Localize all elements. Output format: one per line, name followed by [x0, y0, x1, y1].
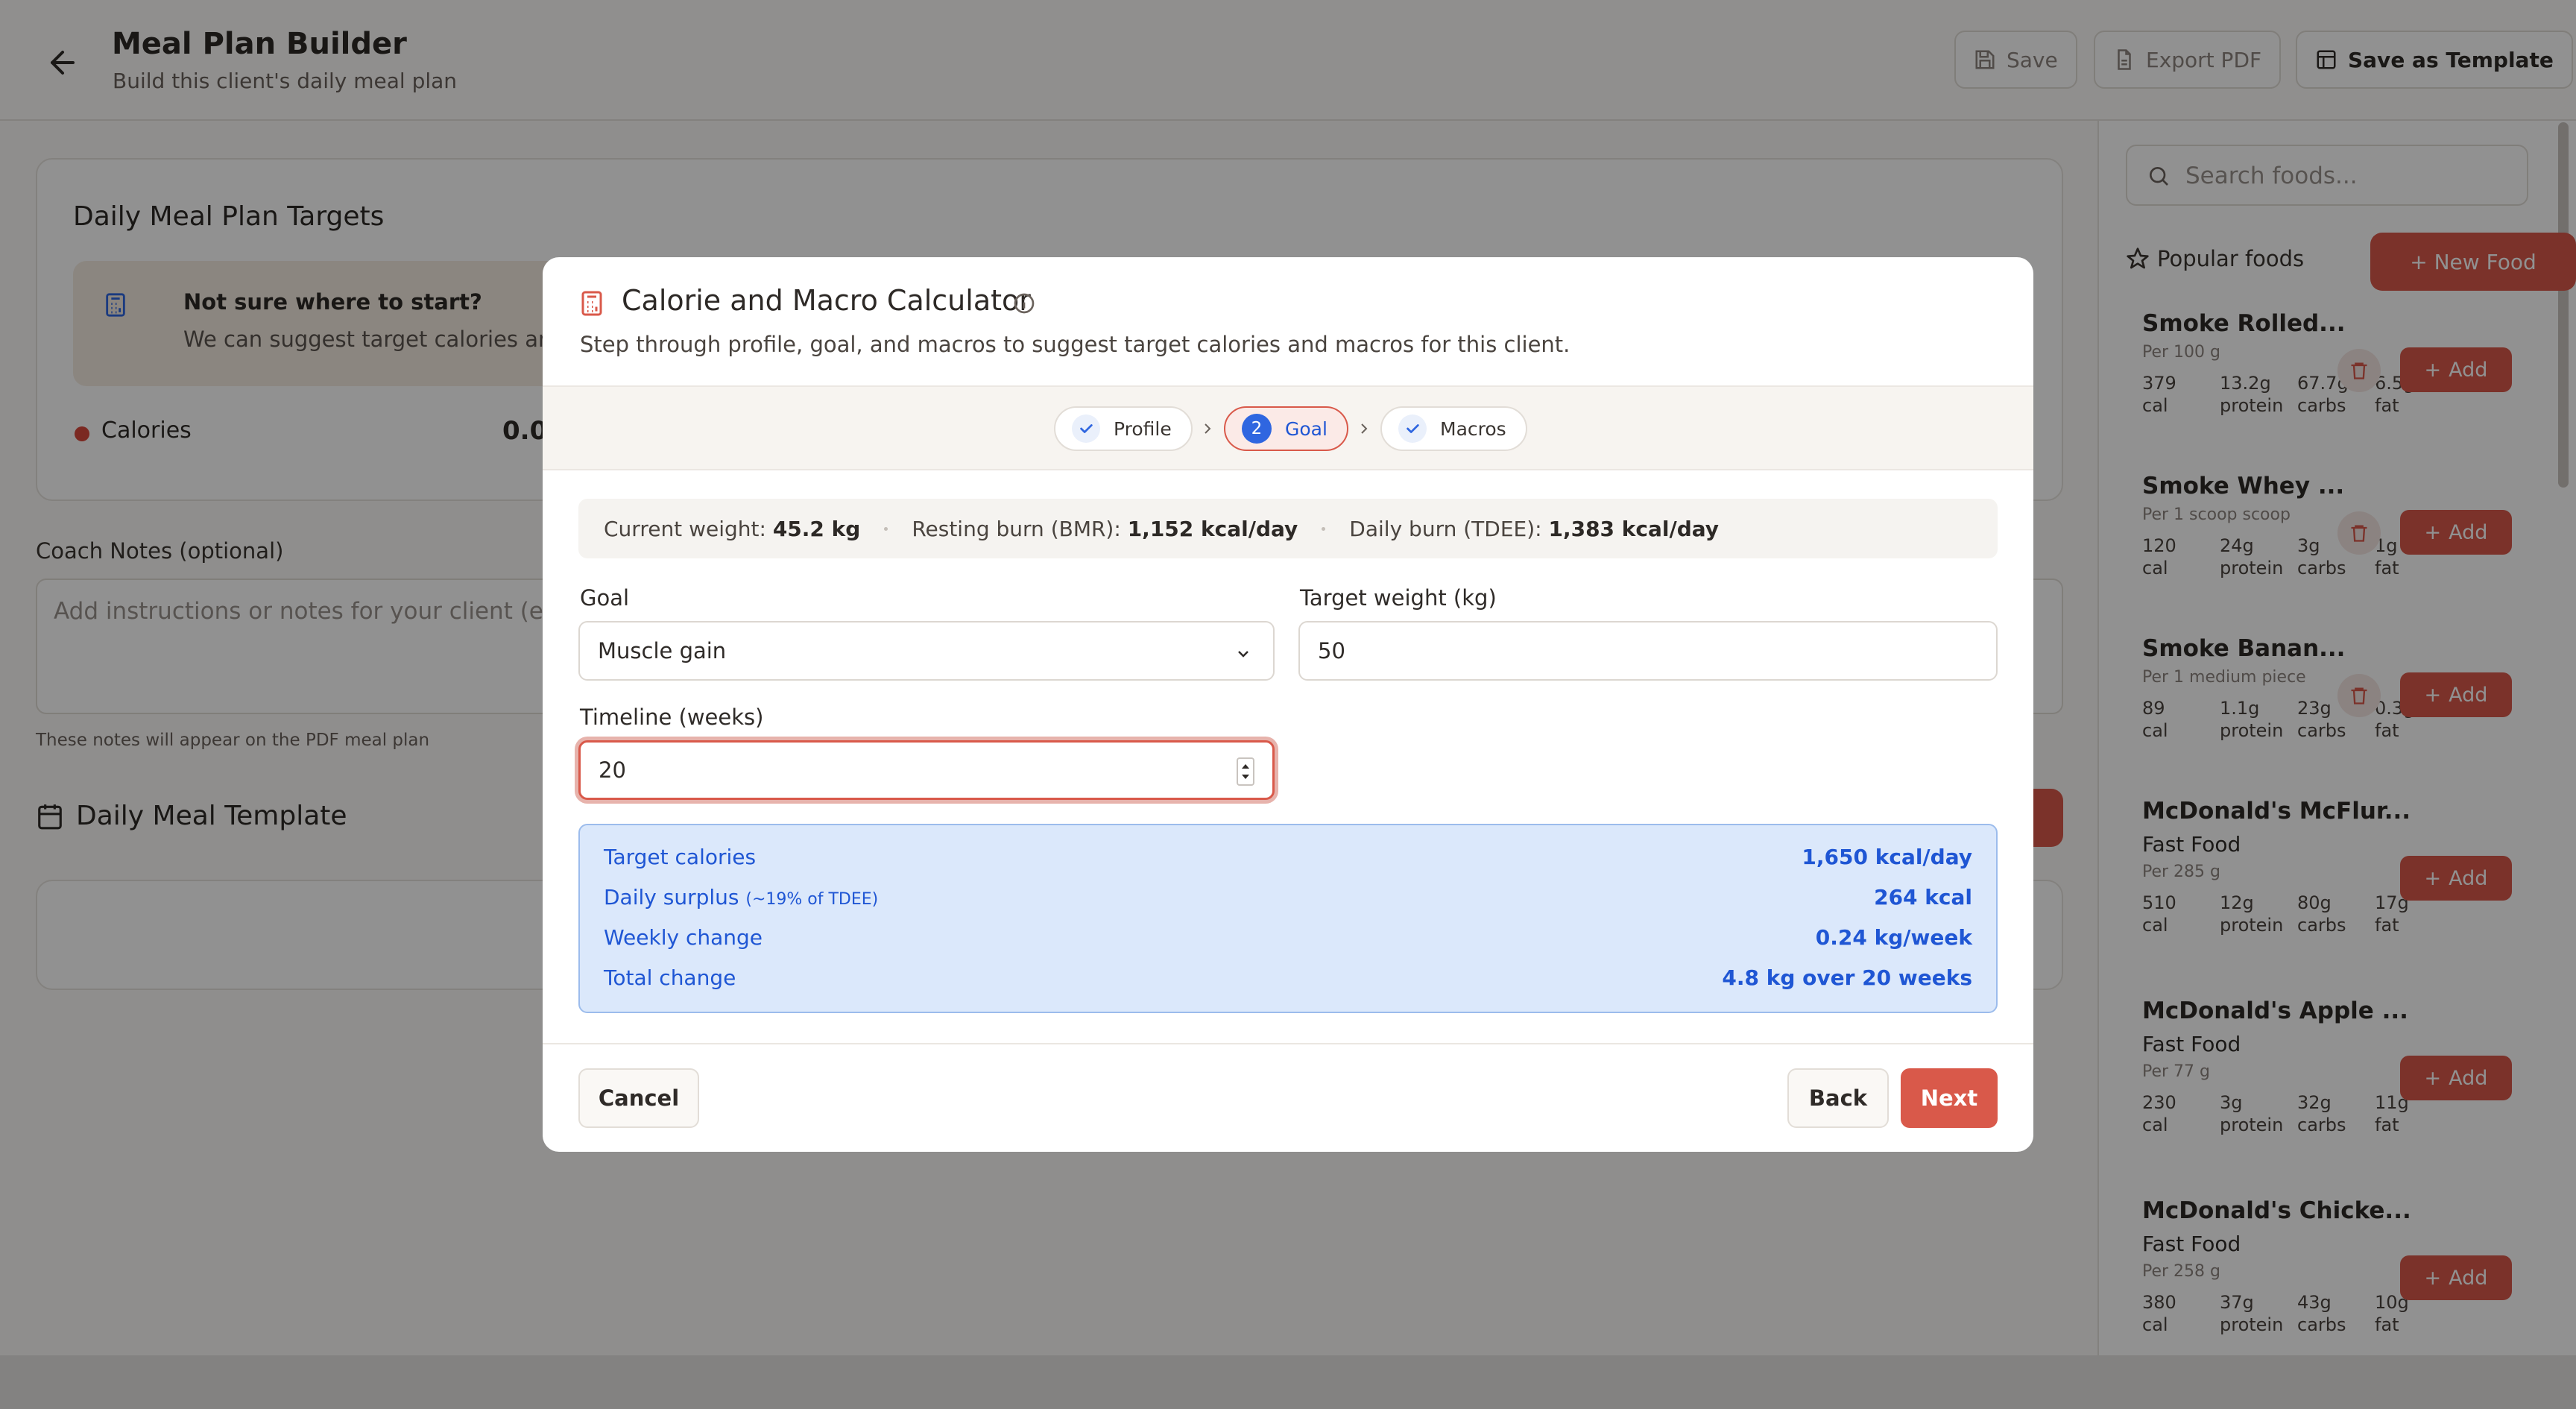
step-label: Goal: [1285, 417, 1328, 440]
goal-value: Muscle gain: [598, 638, 727, 663]
step-goal[interactable]: 2 Goal: [1224, 406, 1348, 451]
timeline-value: 20: [599, 757, 626, 783]
target-calories-label: Target calories: [604, 845, 757, 869]
bmr-value: 1,152 kcal/day: [1127, 516, 1298, 541]
modal-subtitle: Step through profile, goal, and macros t…: [580, 332, 1570, 357]
target-weight-value: 50: [1318, 638, 1345, 663]
total-change-label: Total change: [604, 965, 736, 990]
tdee-label: Daily burn (TDEE):: [1349, 516, 1542, 541]
check-icon: [1398, 414, 1427, 443]
current-weight-value: 45.2 kg: [772, 516, 861, 541]
next-button[interactable]: Next: [1901, 1068, 1998, 1128]
goal-results-panel: Target calories 1,650 kcal/day Daily sur…: [578, 824, 1998, 1013]
bmr-label: Resting burn (BMR):: [912, 516, 1121, 541]
step-macros[interactable]: Macros: [1380, 406, 1527, 451]
step-profile[interactable]: Profile: [1054, 406, 1193, 451]
info-icon[interactable]: [1012, 291, 1036, 315]
target-weight-label: Target weight (kg): [1300, 585, 1497, 611]
target-weight-input[interactable]: 50: [1298, 621, 1998, 681]
tdee-value: 1,383 kcal/day: [1548, 516, 1720, 541]
weekly-change-value: 0.24 kg/week: [1815, 925, 1972, 950]
step-number: 2: [1242, 414, 1272, 444]
calculator-modal: Calorie and Macro Calculator Step throug…: [543, 257, 2033, 1152]
chevron-down-icon: [1234, 645, 1252, 663]
target-calories-row: Target calories 1,650 kcal/day: [604, 845, 1972, 869]
goal-label: Goal: [580, 585, 630, 611]
back-button[interactable]: Back: [1787, 1068, 1889, 1128]
metabolic-stats: Current weight: 45.2 kg Resting burn (BM…: [578, 499, 1998, 558]
number-spinner[interactable]: [1237, 757, 1254, 786]
total-change-value: 4.8 kg over 20 weeks: [1722, 965, 1972, 990]
current-weight-label: Current weight:: [604, 516, 766, 541]
timeline-input[interactable]: 20: [578, 740, 1275, 800]
daily-surplus-label: Daily surplus: [604, 885, 739, 910]
daily-surplus-note: (~19% of TDEE): [745, 890, 879, 909]
step-label: Macros: [1440, 417, 1506, 440]
bottom-bar: [0, 1355, 2576, 1409]
timeline-label: Timeline (weeks): [580, 704, 764, 730]
chevron-right-icon: [1199, 420, 1216, 438]
separator: [884, 526, 888, 531]
daily-surplus-row: Daily surplus (~19% of TDEE) 264 kcal: [604, 885, 1972, 910]
total-change-row: Total change 4.8 kg over 20 weeks: [604, 965, 1972, 990]
check-icon: [1072, 414, 1100, 443]
goal-select[interactable]: Muscle gain: [578, 621, 1275, 681]
target-calories-value: 1,650 kcal/day: [1802, 845, 1972, 869]
cancel-button[interactable]: Cancel: [578, 1068, 699, 1128]
calculator-icon: [578, 289, 605, 318]
step-indicator: Profile 2 Goal Macros: [543, 385, 2033, 470]
daily-surplus-value: 264 kcal: [1874, 885, 1972, 910]
modal-title: Calorie and Macro Calculator: [622, 284, 1031, 317]
chevron-right-icon: [1355, 420, 1373, 438]
weekly-change-label: Weekly change: [604, 925, 763, 950]
step-label: Profile: [1114, 417, 1172, 440]
modal-footer: Cancel Back Next: [543, 1043, 2033, 1152]
weekly-change-row: Weekly change 0.24 kg/week: [604, 925, 1972, 950]
separator: [1322, 526, 1326, 531]
